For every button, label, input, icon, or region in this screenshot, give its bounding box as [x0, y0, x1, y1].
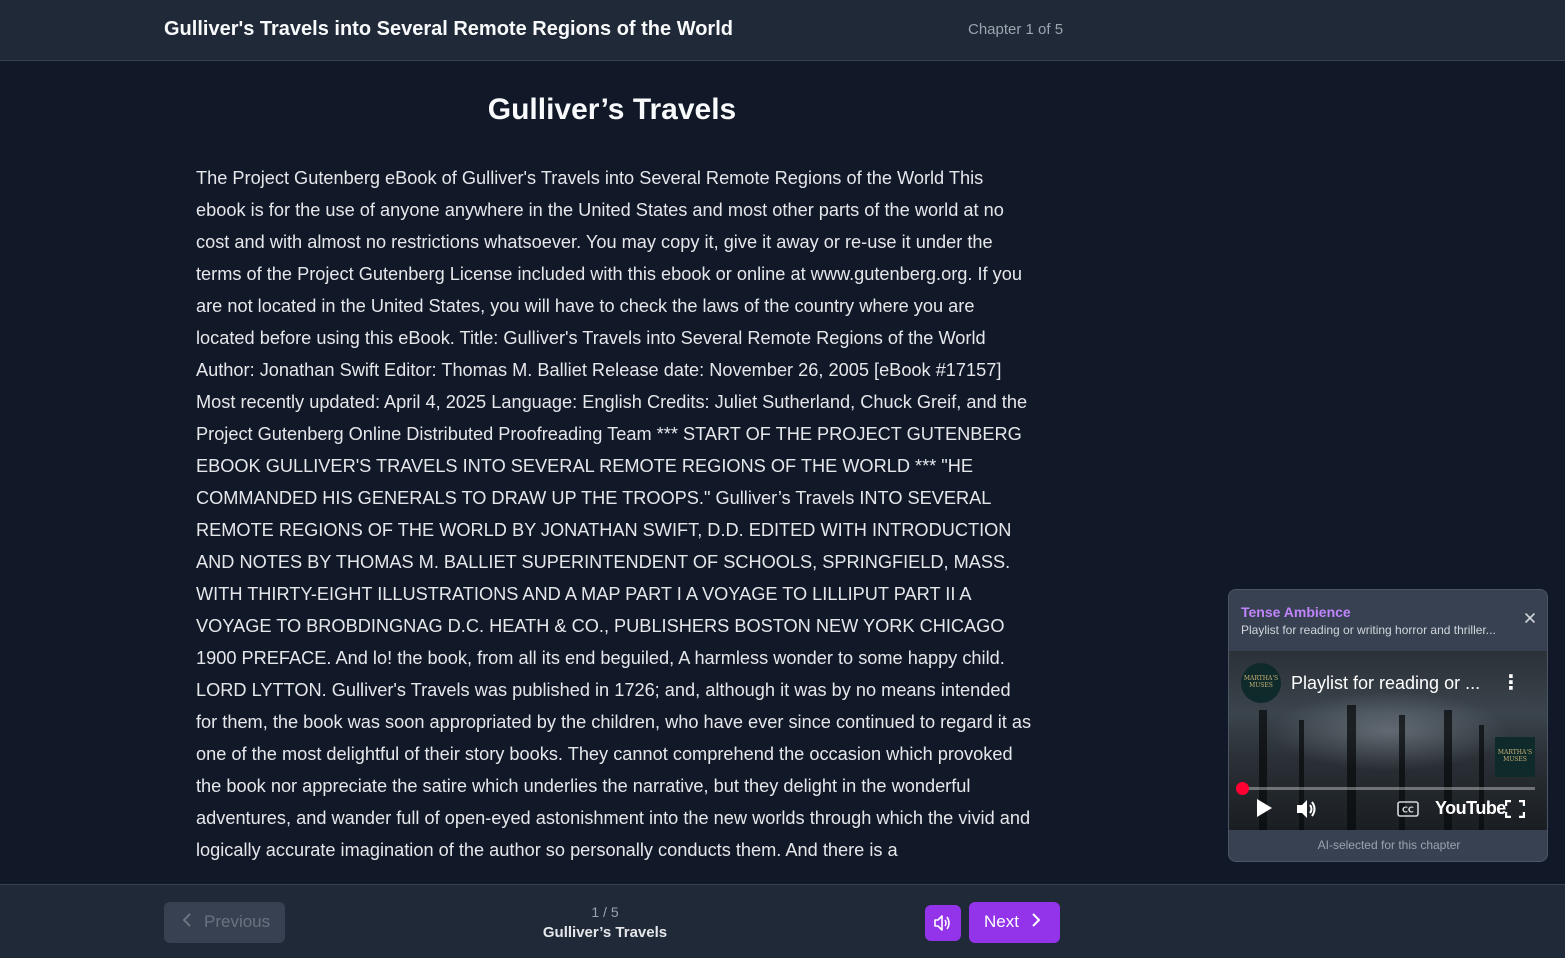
ambience-description: Playlist for reading or writing horror a…: [1241, 623, 1496, 637]
book-title: Gulliver's Travels into Several Remote R…: [164, 18, 733, 40]
youtube-embed[interactable]: MARTHA'S MUSES Playlist for reading or .…: [1229, 651, 1547, 830]
chevron-left-icon: [182, 913, 192, 932]
more-options-icon[interactable]: ⋮: [1501, 671, 1521, 695]
channel-watermark[interactable]: MARTHA'S MUSES: [1495, 737, 1535, 777]
chapter-title: Gulliver’s Travels: [487, 93, 737, 126]
ambience-footer-note: AI-selected for this chapter: [1317, 838, 1461, 852]
previous-button[interactable]: Previous: [164, 902, 285, 943]
top-bar: Gulliver's Travels into Several Remote R…: [0, 0, 1565, 61]
ambience-widget: Tense Ambience Playlist for reading or w…: [1228, 589, 1548, 862]
speaker-icon: [934, 915, 950, 931]
chapter-text: The Project Gutenberg eBook of Gulliver'…: [196, 168, 1032, 860]
youtube-logo[interactable]: YouTube: [1435, 798, 1506, 819]
video-title[interactable]: Playlist for reading or ...: [1291, 673, 1487, 694]
video-progress-bar[interactable]: [1241, 787, 1535, 790]
bottom-navigation: Previous 1 / 5 Gulliver’s Travels Next: [0, 884, 1565, 958]
ambience-audio-button[interactable]: [925, 905, 961, 941]
play-icon[interactable]: [1255, 798, 1273, 823]
page-counter: 1 / 5: [591, 904, 619, 920]
video-progress-handle[interactable]: [1236, 782, 1249, 795]
volume-icon[interactable]: [1295, 798, 1319, 825]
chevron-right-icon: [1031, 913, 1041, 932]
video-thumbnail-fog: [1269, 691, 1509, 771]
ambience-header: Tense Ambience Playlist for reading or w…: [1229, 590, 1547, 651]
video-thumbnail-tree: [1347, 705, 1356, 830]
channel-avatar[interactable]: MARTHA'S MUSES: [1241, 663, 1281, 703]
chapter-indicator: Chapter 1 of 5: [968, 21, 1064, 38]
svg-text:CC: CC: [1402, 806, 1414, 815]
fullscreen-icon[interactable]: [1504, 799, 1526, 823]
next-label: Next: [984, 912, 1019, 931]
captions-icon[interactable]: CC: [1397, 801, 1419, 822]
previous-label: Previous: [204, 912, 271, 931]
ambience-title: Tense Ambience: [1241, 604, 1351, 620]
current-chapter-name: Gulliver’s Travels: [542, 924, 668, 941]
next-button[interactable]: Next: [969, 902, 1060, 943]
close-icon[interactable]: [1523, 612, 1537, 626]
